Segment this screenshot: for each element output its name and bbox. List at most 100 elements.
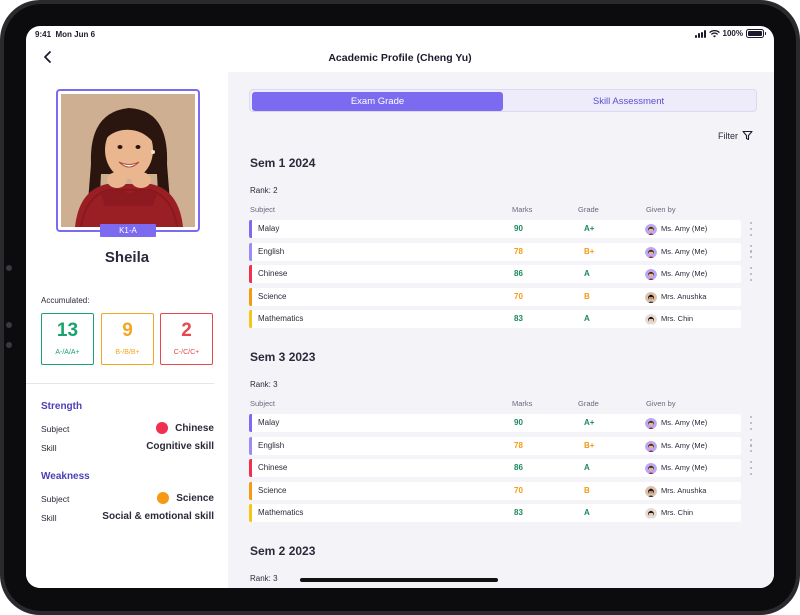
- profile-panel: K1-A Sheila Accumulated: 13 A-/A/A+ 9 B-/B/…: [26, 72, 228, 588]
- grade-cell: A: [584, 463, 590, 472]
- divider: [26, 383, 214, 384]
- teacher-avatar: [645, 417, 657, 429]
- semester-rank: Rank: 3: [250, 380, 278, 389]
- semester-title: Sem 2 2023: [250, 544, 316, 558]
- teacher-name: Ms. Amy (Me): [661, 224, 708, 233]
- more-vertical-icon[interactable]: [748, 267, 754, 281]
- side-button: [6, 265, 12, 271]
- profile-photo-frame: [56, 89, 200, 232]
- weakness-skill: Social & emotional skill: [102, 511, 214, 522]
- weakness-subject: Science: [157, 492, 214, 504]
- marks-cell: 78: [514, 246, 523, 256]
- battery-icon: [746, 29, 766, 38]
- class-badge: K1-A: [100, 224, 156, 237]
- grade-cell: B: [584, 291, 590, 301]
- home-indicator: [300, 578, 498, 582]
- column-header-subject: Subject: [250, 205, 276, 214]
- table-row[interactable]: Science 70 B Mrs. Anushka: [249, 481, 741, 500]
- nav-bar: Academic Profile (Cheng Yu): [26, 44, 774, 72]
- battery-fill: [748, 31, 762, 36]
- weakness-subject-value: Science: [176, 492, 214, 504]
- grade-cell: A+: [584, 224, 595, 233]
- teacher-avatar: [645, 485, 657, 497]
- table-row[interactable]: Malay 90 A+ Ms. Amy (Me): [249, 220, 753, 238]
- subject-cell: Mathematics: [258, 508, 304, 517]
- status-time: 9:41 Mon Jun 6: [35, 30, 95, 39]
- side-button: [6, 322, 12, 328]
- filter-button[interactable]: Filter: [718, 130, 753, 141]
- more-vertical-icon[interactable]: [748, 222, 754, 236]
- grade-range: B-/B/B+: [115, 349, 140, 356]
- more-vertical-icon[interactable]: [748, 438, 754, 453]
- screen: 9:41 Mon Jun 6 100% Academic Profile (Ch…: [26, 26, 774, 588]
- teacher-name: Ms. Amy (Me): [661, 463, 708, 472]
- column-header-grade: Grade: [578, 205, 599, 214]
- status-date: Mon Jun 6: [55, 30, 96, 39]
- tab-skill-assessment[interactable]: Skill Assessment: [503, 92, 754, 111]
- subject-color-dot: [157, 492, 170, 504]
- profile-photo: [61, 94, 195, 227]
- strength-subject: Chinese: [156, 422, 214, 434]
- wifi-icon: [708, 29, 720, 37]
- teacher-avatar: [645, 246, 657, 258]
- marks-cell: 83: [514, 314, 523, 323]
- table-row[interactable]: Chinese 86 A Ms. Amy (Me): [249, 459, 753, 477]
- column-header-grade: Grade: [578, 399, 599, 408]
- tablet-frame: 9:41 Mon Jun 6 100% Academic Profile (Ch…: [0, 0, 800, 615]
- grade-range: C-/C/C+: [173, 349, 200, 356]
- strength-skill-label: Skill: [41, 443, 57, 453]
- tab-exam-grade[interactable]: Exam Grade: [252, 92, 503, 111]
- subject-cell: Malay: [258, 224, 280, 233]
- grade-cell: B+: [584, 246, 595, 256]
- table-row[interactable]: English 78 B+ Ms. Amy (Me): [249, 242, 753, 261]
- grade-cell: B: [584, 485, 590, 495]
- grade-cell: A: [584, 269, 590, 278]
- semester-rank: Rank: 2: [250, 186, 278, 195]
- grade-cell: A+: [584, 418, 595, 427]
- teacher-avatar: [645, 313, 657, 325]
- status-bar: 9:41 Mon Jun 6 100%: [26, 26, 774, 44]
- subject-cell: English: [258, 246, 285, 256]
- grades-panel: Exam Grade Skill Assessment Filter Sem 1…: [228, 72, 774, 588]
- semester-title: Sem 1 2024: [250, 156, 316, 170]
- teacher-avatar: [645, 440, 657, 452]
- table-row[interactable]: Malay 90 A+ Ms. Amy (Me): [249, 414, 753, 432]
- teacher-name: Mrs. Anushka: [661, 485, 707, 495]
- column-header-given-by: Given by: [646, 205, 676, 214]
- table-row[interactable]: Mathematics 83 A Mrs. Chin: [249, 310, 741, 328]
- more-vertical-icon[interactable]: [748, 416, 754, 430]
- table-row[interactable]: English 78 B+ Ms. Amy (Me): [249, 436, 753, 455]
- marks-cell: 70: [514, 291, 523, 301]
- grade-count: 2: [181, 320, 192, 341]
- teacher-name: Ms. Amy (Me): [661, 246, 708, 256]
- teacher-name: Ms. Amy (Me): [661, 440, 708, 450]
- table-row[interactable]: Science 70 B Mrs. Anushka: [249, 287, 741, 306]
- tab-bar: Exam Grade Skill Assessment: [249, 89, 757, 112]
- strength-skill: Cognitive skill: [146, 441, 214, 452]
- teacher-name: Mrs. Chin: [661, 508, 694, 517]
- battery-percent: 100%: [722, 29, 743, 38]
- grade-cell: B+: [584, 440, 595, 450]
- accumulated-label: Accumulated:: [41, 296, 90, 305]
- subject-cell: Malay: [258, 418, 280, 427]
- teacher-name: Ms. Amy (Me): [661, 418, 708, 427]
- marks-cell: 90: [514, 418, 523, 427]
- signal-icon: [694, 29, 706, 38]
- table-row[interactable]: Mathematics 83 A Mrs. Chin: [249, 504, 741, 522]
- column-header-marks: Marks: [512, 205, 533, 214]
- teacher-name: Ms. Amy (Me): [661, 269, 708, 278]
- teacher-avatar: [645, 223, 657, 235]
- column-header-marks: Marks: [512, 399, 533, 408]
- more-vertical-icon[interactable]: [748, 461, 754, 475]
- strength-subject-label: Subject: [41, 424, 70, 434]
- teacher-avatar: [645, 291, 657, 303]
- weakness-subject-label: Subject: [41, 494, 70, 504]
- table-row[interactable]: Chinese 86 A Ms. Amy (Me): [249, 265, 753, 283]
- teacher-name: Mrs. Chin: [661, 314, 694, 323]
- more-vertical-icon[interactable]: [748, 244, 754, 259]
- accumulated-box: 13 A-/A/A+: [41, 313, 94, 365]
- strength-title: Strength: [41, 401, 83, 412]
- weakness-title: Weakness: [41, 471, 90, 482]
- grade-range: A-/A/A+: [55, 349, 80, 356]
- column-header-given-by: Given by: [646, 399, 676, 408]
